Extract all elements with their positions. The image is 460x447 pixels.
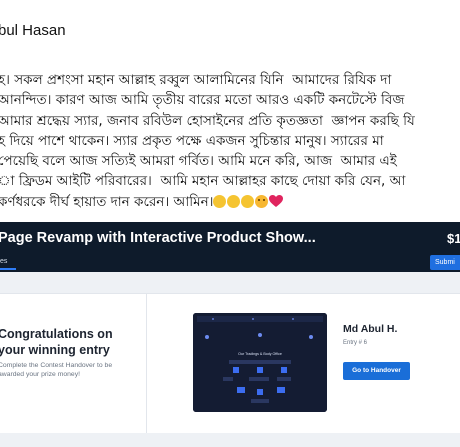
tab-entries[interactable]: es	[0, 254, 16, 270]
emoji-row	[213, 192, 284, 212]
winner-name[interactable]: Md Abul H.	[343, 323, 397, 335]
congrats-description-line: Complete the Contest Handover to be	[0, 362, 113, 369]
post-body: হ। সকল প্রশংসা মহান আল্লাহ রব্বুল আলামিন…	[0, 70, 460, 212]
post-line: হ। সকল প্রশংসা মহান আল্লাহ রব্বুল আলামিন…	[0, 72, 392, 88]
author-name[interactable]: bul Hasan	[0, 22, 66, 39]
entry-thumbnail-graphic: Our Tradings & Body Office	[193, 313, 327, 412]
divider	[146, 294, 147, 433]
post-line: আনন্দিত। কারণ আজ আমি তৃতীয় বারের মতো আর…	[0, 92, 405, 109]
congrats-description: Complete the Contest Handover to be awar…	[0, 361, 118, 379]
congrats-heading: Congratulations on your winning entry	[0, 326, 113, 358]
post-line: া ফ্রিডম আইটি পরিবারের। আমি মহান আল্লাহর…	[0, 173, 406, 190]
clapping-hands-icon	[227, 195, 241, 209]
post-line: পেয়েছি বলে আজ সত্যিই আমরা গর্বিত। আমি ম…	[0, 153, 397, 170]
entry-number: Entry # 6	[343, 340, 368, 346]
red-heart-icon	[269, 195, 284, 208]
congrats-heading-line: Congratulations on	[0, 327, 113, 341]
go-to-handover-button[interactable]: Go to Handover	[343, 362, 410, 380]
clapping-hands-icon	[241, 195, 255, 209]
submit-entry-button[interactable]: Submi	[430, 255, 460, 270]
contest-prize: $1	[447, 231, 460, 246]
thumbnail-heading: Our Tradings & Body Office	[238, 352, 282, 356]
congrats-heading-line: your winning entry	[0, 343, 110, 357]
post-line: হ দিয়ে পাশে থাকেন। স্যার প্রকৃত পক্ষে এ…	[0, 132, 384, 149]
post-line: কর্ণধরকে দীর্ঘ হায়াত দান করেন। আমিন।	[0, 193, 214, 210]
entry-thumbnail[interactable]: Our Tradings & Body Office	[193, 313, 327, 412]
smiling-face-with-hearts-icon	[255, 195, 269, 209]
post-line: আমার শ্রদ্ধেয় স্যার, জনাব রবিউল হোসাইনে…	[0, 112, 415, 129]
congrats-description-line: awarded your prize money!	[0, 371, 80, 378]
card-footer	[0, 433, 460, 447]
contest-title[interactable]: Page Revamp with Interactive Product Sho…	[0, 230, 316, 246]
clapping-hands-icon	[213, 195, 227, 209]
